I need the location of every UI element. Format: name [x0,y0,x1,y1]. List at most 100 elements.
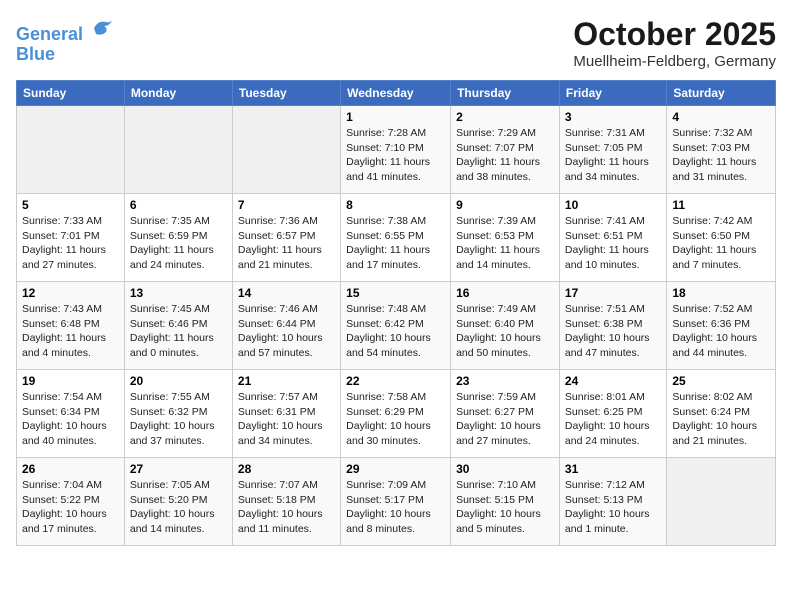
day-number: 21 [238,374,335,388]
day-info: Sunrise: 7:09 AMSunset: 5:17 PMDaylight:… [346,478,445,537]
day-number: 20 [130,374,227,388]
day-number: 31 [565,462,661,476]
col-header-wednesday: Wednesday [341,81,451,106]
day-number: 22 [346,374,445,388]
day-number: 4 [672,110,770,124]
day-number: 1 [346,110,445,124]
day-number: 11 [672,198,770,212]
day-info: Sunrise: 7:07 AMSunset: 5:18 PMDaylight:… [238,478,335,537]
col-header-friday: Friday [559,81,666,106]
calendar-table: SundayMondayTuesdayWednesdayThursdayFrid… [16,80,776,546]
day-number: 29 [346,462,445,476]
calendar-cell: 31 Sunrise: 7:12 AMSunset: 5:13 PMDayligh… [559,458,666,546]
calendar-cell: 19 Sunrise: 7:54 AMSunset: 6:34 PMDayligh… [17,370,125,458]
calendar-cell: 12 Sunrise: 7:43 AMSunset: 6:48 PMDayligh… [17,282,125,370]
calendar-cell: 3Sunrise: 7:31 AMSunset: 7:05 PMDaylight… [559,106,666,194]
calendar-cell: 1 Sunrise: 7:28 AMSunset: 7:10 PMDaylight… [341,106,451,194]
day-info: Sunrise: 7:39 AMSunset: 6:53 PMDaylight:… [456,214,554,273]
day-number: 9 [456,198,554,212]
day-number: 3 [565,110,661,124]
week-row-3: 19 Sunrise: 7:54 AMSunset: 6:34 PMDayligh… [17,370,776,458]
day-number: 8 [346,198,445,212]
calendar-cell: 17Sunrise: 7:51 AMSunset: 6:38 PMDayligh… [559,282,666,370]
day-info: Sunrise: 7:48 AMSunset: 6:42 PMDaylight:… [346,302,445,361]
day-number: 24 [565,374,661,388]
week-row-4: 26 Sunrise: 7:04 AMSunset: 5:22 PMDayligh… [17,458,776,546]
col-header-saturday: Saturday [667,81,776,106]
day-info: Sunrise: 7:38 AMSunset: 6:55 PMDaylight:… [346,214,445,273]
day-info: Sunrise: 7:29 AMSunset: 7:07 PMDaylight:… [456,126,554,185]
week-row-2: 12 Sunrise: 7:43 AMSunset: 6:48 PMDayligh… [17,282,776,370]
day-number: 14 [238,286,335,300]
day-number: 6 [130,198,227,212]
calendar-cell: 4Sunrise: 7:32 AMSunset: 7:03 PMDaylight… [667,106,776,194]
day-info: Sunrise: 7:35 AMSunset: 6:59 PMDaylight:… [130,214,227,273]
day-info: Sunrise: 7:04 AMSunset: 5:22 PMDaylight:… [22,478,119,537]
calendar-cell: 15 Sunrise: 7:48 AMSunset: 6:42 PMDayligh… [341,282,451,370]
calendar-cell: 26 Sunrise: 7:04 AMSunset: 5:22 PMDayligh… [17,458,125,546]
day-info: Sunrise: 7:45 AMSunset: 6:46 PMDaylight:… [130,302,227,361]
logo-blue: Blue [16,44,55,64]
calendar-cell: 9 Sunrise: 7:39 AMSunset: 6:53 PMDaylight… [451,194,560,282]
day-info: Sunrise: 7:41 AMSunset: 6:51 PMDaylight:… [565,214,661,273]
calendar-cell: 6 Sunrise: 7:35 AMSunset: 6:59 PMDaylight… [124,194,232,282]
day-number: 28 [238,462,335,476]
week-row-0: 1 Sunrise: 7:28 AMSunset: 7:10 PMDaylight… [17,106,776,194]
calendar-cell: 30Sunrise: 7:10 AMSunset: 5:15 PMDayligh… [451,458,560,546]
calendar-cell [667,458,776,546]
calendar-cell: 13 Sunrise: 7:45 AMSunset: 6:46 PMDayligh… [124,282,232,370]
day-number: 2 [456,110,554,124]
calendar-cell: 7 Sunrise: 7:36 AMSunset: 6:57 PMDaylight… [232,194,340,282]
calendar-header-row: SundayMondayTuesdayWednesdayThursdayFrid… [17,81,776,106]
day-info: Sunrise: 7:28 AMSunset: 7:10 PMDaylight:… [346,126,445,185]
calendar-cell: 20Sunrise: 7:55 AMSunset: 6:32 PMDayligh… [124,370,232,458]
day-number: 15 [346,286,445,300]
calendar-cell [124,106,232,194]
logo-general: General [16,24,83,44]
calendar-cell: 11Sunrise: 7:42 AMSunset: 6:50 PMDayligh… [667,194,776,282]
day-number: 26 [22,462,119,476]
day-info: Sunrise: 7:10 AMSunset: 5:15 PMDaylight:… [456,478,554,537]
month-title: October 2025 [573,16,776,53]
day-info: Sunrise: 8:01 AMSunset: 6:25 PMDaylight:… [565,390,661,449]
day-info: Sunrise: 7:46 AMSunset: 6:44 PMDaylight:… [238,302,335,361]
day-number: 23 [456,374,554,388]
day-info: Sunrise: 7:54 AMSunset: 6:34 PMDaylight:… [22,390,119,449]
calendar-cell: 27 Sunrise: 7:05 AMSunset: 5:20 PMDayligh… [124,458,232,546]
col-header-monday: Monday [124,81,232,106]
day-info: Sunrise: 7:51 AMSunset: 6:38 PMDaylight:… [565,302,661,361]
calendar-cell: 21Sunrise: 7:57 AMSunset: 6:31 PMDayligh… [232,370,340,458]
day-number: 7 [238,198,335,212]
day-number: 12 [22,286,119,300]
day-info: Sunrise: 7:59 AMSunset: 6:27 PMDaylight:… [456,390,554,449]
day-number: 18 [672,286,770,300]
calendar-cell: 16Sunrise: 7:49 AMSunset: 6:40 PMDayligh… [451,282,560,370]
day-number: 13 [130,286,227,300]
calendar-cell: 24 Sunrise: 8:01 AMSunset: 6:25 PMDayligh… [559,370,666,458]
day-info: Sunrise: 8:02 AMSunset: 6:24 PMDaylight:… [672,390,770,449]
col-header-thursday: Thursday [451,81,560,106]
logo-bird-icon [90,16,114,40]
day-number: 19 [22,374,119,388]
day-number: 5 [22,198,119,212]
day-info: Sunrise: 7:05 AMSunset: 5:20 PMDaylight:… [130,478,227,537]
day-number: 10 [565,198,661,212]
week-row-1: 5Sunrise: 7:33 AMSunset: 7:01 PMDaylight… [17,194,776,282]
title-block: October 2025 Muellheim-Feldberg, Germany [573,16,776,70]
calendar-cell: 5Sunrise: 7:33 AMSunset: 7:01 PMDaylight… [17,194,125,282]
calendar-cell: 10 Sunrise: 7:41 AMSunset: 6:51 PMDayligh… [559,194,666,282]
day-info: Sunrise: 7:36 AMSunset: 6:57 PMDaylight:… [238,214,335,273]
calendar-cell: 29 Sunrise: 7:09 AMSunset: 5:17 PMDayligh… [341,458,451,546]
calendar-cell [232,106,340,194]
calendar-cell: 2 Sunrise: 7:29 AMSunset: 7:07 PMDaylight… [451,106,560,194]
col-header-tuesday: Tuesday [232,81,340,106]
calendar-cell [17,106,125,194]
calendar-cell: 22Sunrise: 7:58 AMSunset: 6:29 PMDayligh… [341,370,451,458]
calendar-cell: 25Sunrise: 8:02 AMSunset: 6:24 PMDayligh… [667,370,776,458]
calendar-cell: 8 Sunrise: 7:38 AMSunset: 6:55 PMDaylight… [341,194,451,282]
day-number: 27 [130,462,227,476]
day-info: Sunrise: 7:43 AMSunset: 6:48 PMDaylight:… [22,302,119,361]
day-info: Sunrise: 7:12 AMSunset: 5:13 PMDaylight:… [565,478,661,537]
col-header-sunday: Sunday [17,81,125,106]
page-header: General Blue October 2025 Muellheim-Feld… [16,16,776,70]
